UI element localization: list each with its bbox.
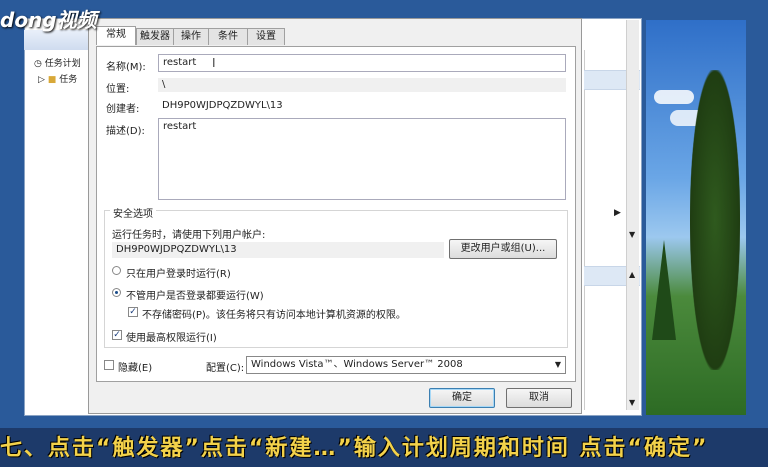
security-options-title: 安全选项 (110, 205, 156, 220)
tab-triggers[interactable]: 触发器 (136, 28, 174, 45)
description-label: 描述(D): (106, 126, 145, 137)
tab-settings[interactable]: 设置 (247, 28, 285, 45)
scroll-down-icon[interactable]: ▼ (629, 398, 635, 407)
cloud (654, 90, 694, 104)
highest-privileges-label: 使用最高权限运行(I) (126, 333, 217, 344)
clock-icon: ◷ (34, 59, 42, 69)
folder-icon: ■ (47, 75, 57, 85)
run-whether-logged-radio[interactable] (112, 288, 121, 297)
tree-item-root[interactable]: ◷ 任务计划 (34, 56, 81, 69)
scroll-down-icon[interactable]: ▼ (629, 230, 635, 239)
name-label: 名称(M): (106, 62, 146, 73)
no-store-password-checkbox[interactable]: ✓ (128, 307, 138, 317)
highest-privileges-checkbox[interactable]: ✓ (112, 330, 122, 340)
author-label: 创建者: (106, 104, 140, 115)
location-value: \ (158, 78, 566, 92)
expand-arrow-icon: ▷ (38, 75, 45, 85)
location-label: 位置: (106, 84, 130, 95)
ok-button[interactable]: 确定 (429, 388, 495, 408)
config-select[interactable]: Windows Vista™、Windows Server™ 2008 ▼ (246, 356, 566, 374)
text-cursor-icon: Ⅰ (212, 56, 216, 70)
tree (690, 70, 740, 370)
run-as-prompt: 运行任务时，请使用下列用户帐户: (112, 230, 266, 241)
run-as-user-value: DH9P0WJDPQZDWYL\13 (112, 242, 444, 258)
author-value: DH9P0WJDPQZDWYL\13 (162, 100, 283, 111)
config-label: 配置(C): (206, 363, 245, 374)
scroll-up-icon[interactable]: ▲ (629, 270, 635, 279)
run-whether-logged-label: 不管用户是否登录都要运行(W) (126, 291, 264, 302)
watermark-logo: dong视频 (0, 8, 97, 32)
name-input[interactable]: restart (158, 54, 566, 72)
cancel-button[interactable]: 取消 (506, 388, 572, 408)
tree-item-library[interactable]: ▷ ■ 任务 (38, 72, 77, 85)
instruction-subtitle: 七、点击“触发器”点击“新建…”输入计划周期和时间 点击“确定” (0, 436, 709, 461)
scheduler-tree-pane (28, 50, 89, 410)
scheduler-scrollbar[interactable] (626, 20, 639, 410)
run-logged-on-label: 只在用户登录时运行(R) (126, 269, 231, 280)
run-logged-on-radio[interactable] (112, 266, 121, 275)
submenu-arrow-icon[interactable]: ▶ (614, 208, 621, 218)
tab-conditions[interactable]: 条件 (208, 28, 248, 45)
description-textarea[interactable]: restart (158, 118, 566, 200)
chevron-down-icon: ▼ (554, 360, 561, 369)
change-user-button[interactable]: 更改用户或组(U)... (449, 239, 557, 259)
no-store-password-label: 不存储密码(P)。该任务将只有访问本地计算机资源的权限。 (142, 310, 406, 321)
hidden-checkbox[interactable] (104, 360, 114, 370)
hidden-label: 隐藏(E) (118, 363, 153, 374)
tab-actions[interactable]: 操作 (173, 28, 209, 45)
